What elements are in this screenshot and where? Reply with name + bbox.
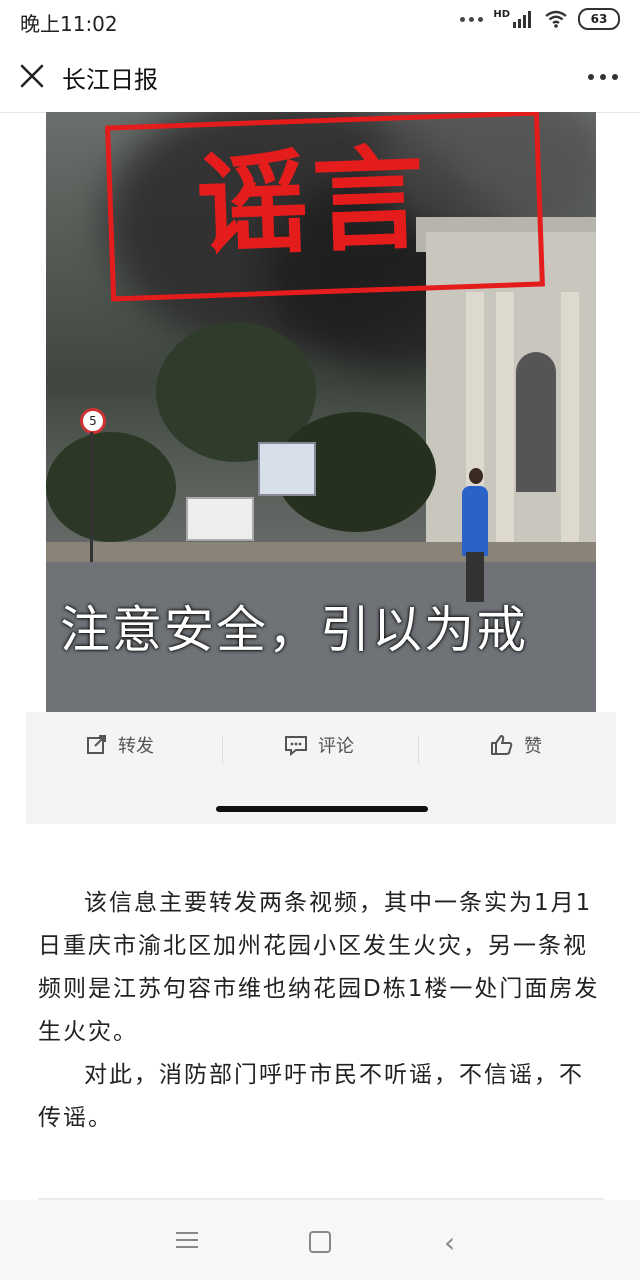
notification-dots-icon — [460, 16, 484, 22]
page-title: 长江日报 — [62, 66, 158, 94]
comment-label: 评论 — [318, 736, 354, 757]
share-icon — [87, 735, 106, 754]
status-time: 晚上11:02 — [20, 12, 118, 36]
article-body: 该信息主要转发两条视频，其中一条实为1月1日重庆市渝北区加州花园小区发生火灾，另… — [38, 882, 604, 1140]
back-icon[interactable]: ‹ — [444, 1226, 455, 1259]
status-bar: 晚上11:02 HD 63 — [0, 0, 640, 42]
news-photo: 5 谣言 注意安全，引以为戒 — [46, 112, 596, 712]
close-icon[interactable] — [18, 62, 46, 90]
photo-caption: 注意安全，引以为戒 — [60, 601, 528, 659]
article-paragraph: 该信息主要转发两条视频，其中一条实为1月1日重庆市渝北区加州花园小区发生火灾，另… — [38, 890, 600, 1045]
more-icon[interactable] — [588, 74, 618, 80]
comment-button[interactable]: 评论 — [284, 732, 354, 758]
like-button[interactable]: 赞 — [490, 732, 542, 758]
like-label: 赞 — [524, 736, 542, 757]
scroll-indicator — [216, 806, 428, 812]
menu-icon[interactable] — [176, 1232, 198, 1253]
signal-icon — [513, 11, 531, 28]
network-type: HD — [493, 8, 510, 20]
home-icon[interactable] — [309, 1231, 331, 1253]
nav-bar: 长江日报 — [0, 42, 640, 113]
notice-board — [186, 497, 254, 541]
speed-sign: 5 — [80, 408, 106, 434]
info-board — [258, 442, 316, 496]
status-icons: HD 63 — [460, 8, 620, 30]
share-button[interactable]: 转发 — [86, 732, 154, 758]
wifi-icon — [545, 10, 567, 28]
like-icon — [491, 735, 513, 755]
battery-indicator: 63 — [578, 8, 620, 30]
rumor-stamp-text: 谣言 — [194, 133, 431, 273]
weibo-action-panel: 转发 评论 赞 — [26, 712, 616, 824]
comment-icon — [285, 736, 307, 756]
system-nav-bar: ‹ — [0, 1200, 640, 1280]
person-figure — [462, 486, 488, 556]
share-label: 转发 — [118, 736, 154, 757]
article-paragraph: 对此，消防部门呼吁市民不听谣，不信谣，不传谣。 — [38, 1062, 584, 1131]
